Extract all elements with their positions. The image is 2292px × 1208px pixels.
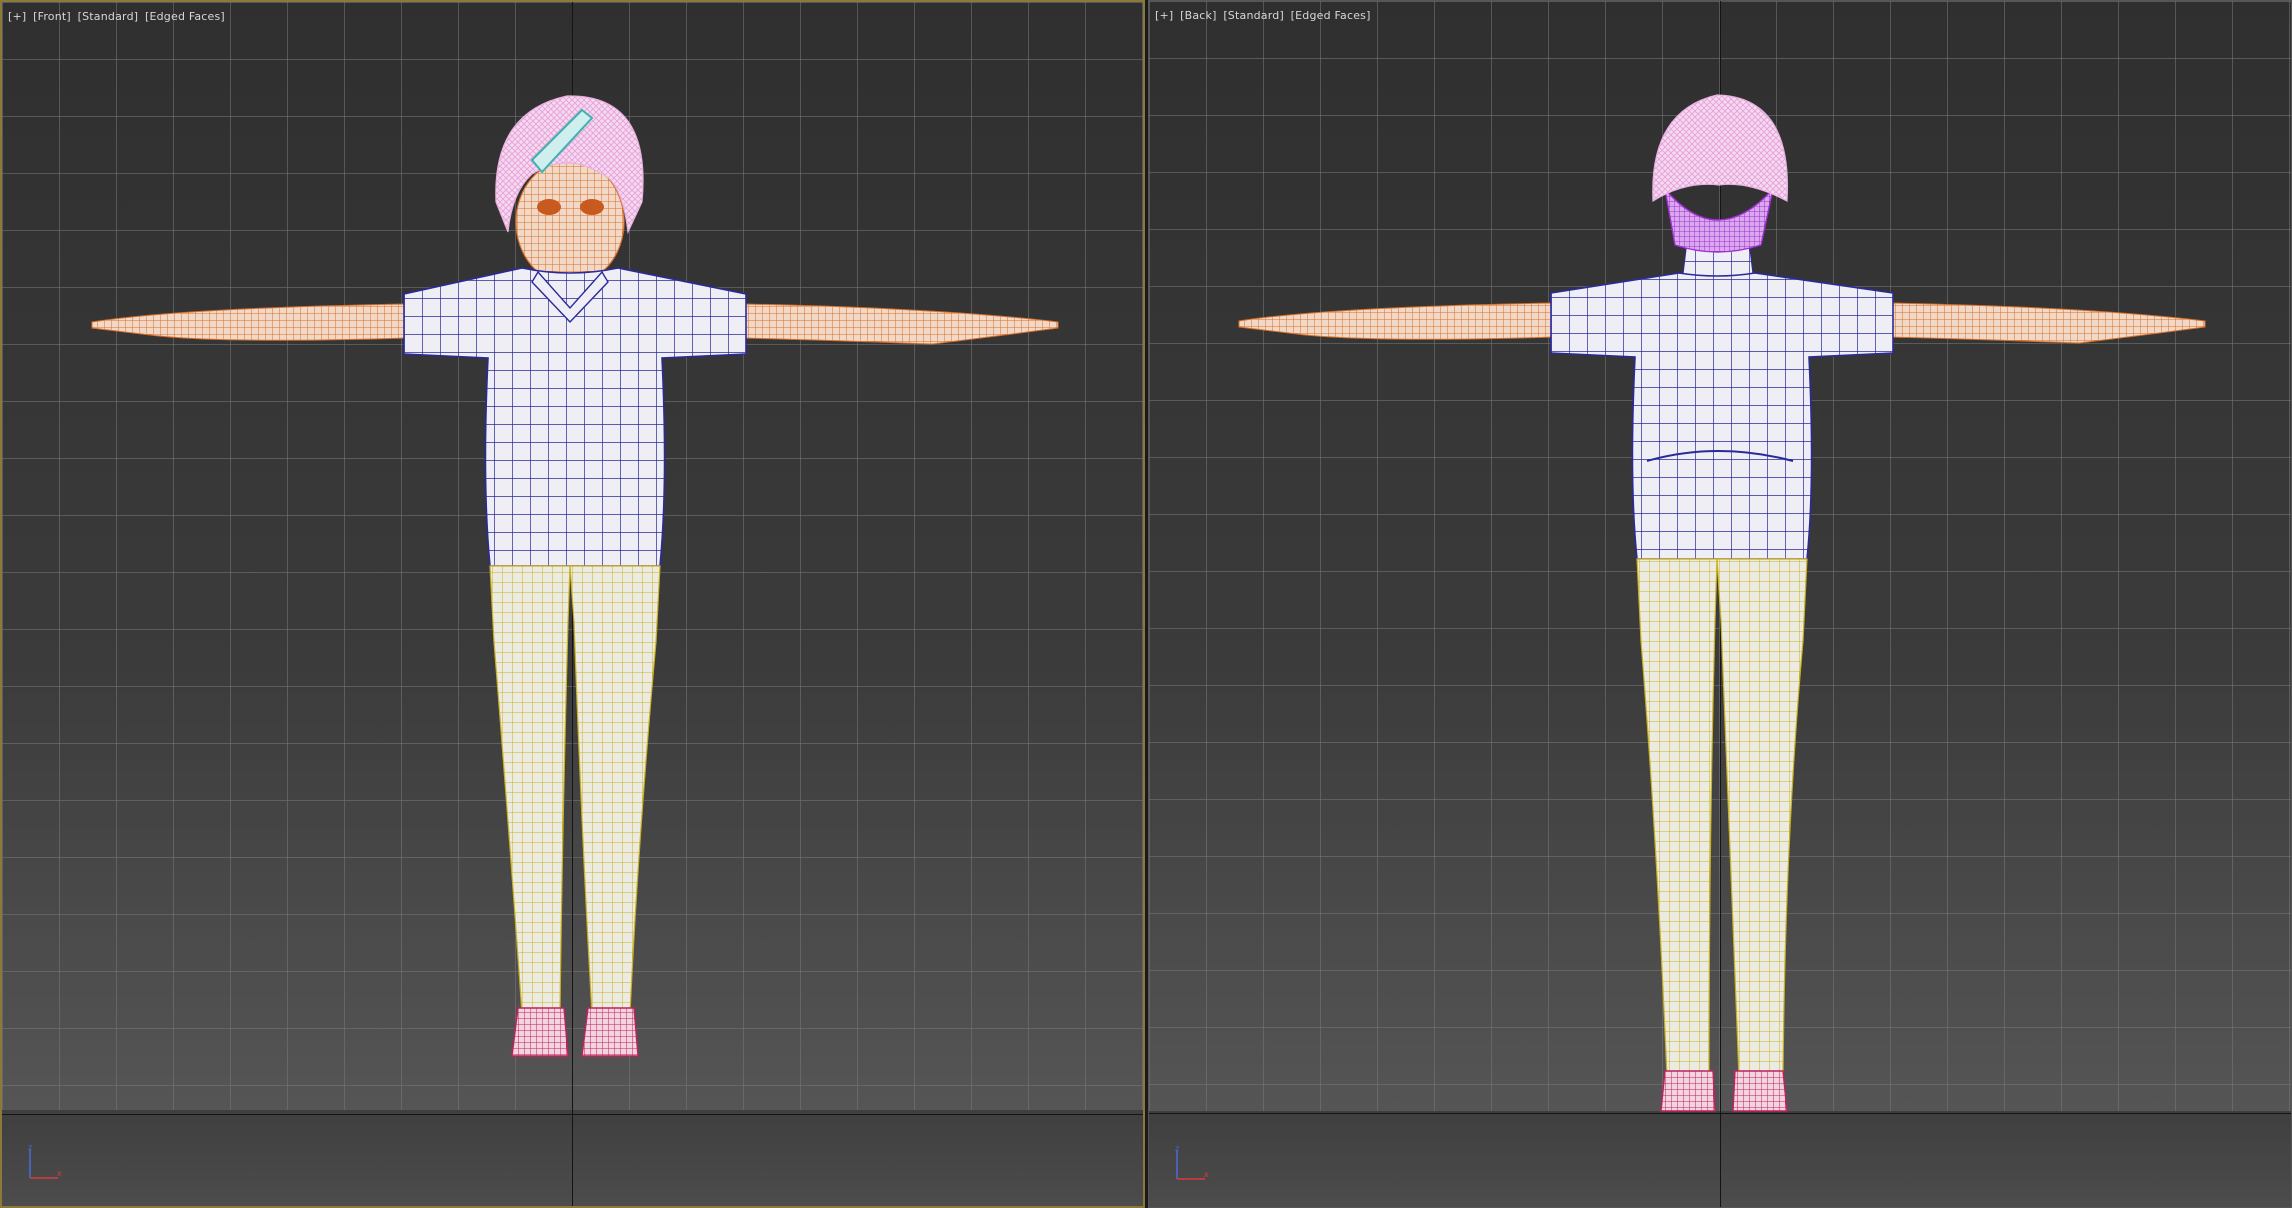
svg-text:x: x: [57, 1169, 62, 1178]
svg-text:x: x: [1204, 1170, 1209, 1179]
arm-right: [1888, 302, 2206, 344]
shoe-right: [1732, 1070, 1788, 1112]
pants-left: [1636, 558, 1718, 1078]
front-viewport[interactable]: [+] [Front] [Standard] [Edged Faces] z x: [0, 0, 1145, 1208]
shoe-left: [511, 1007, 569, 1057]
shoe-left: [1660, 1070, 1716, 1112]
viewport-layout: [+] [Front] [Standard] [Edged Faces] z x…: [0, 0, 2292, 1208]
eye-right: [580, 199, 604, 215]
viewport-edged-faces-menu[interactable]: [Edged Faces]: [145, 10, 225, 23]
viewport-view-menu[interactable]: [Back]: [1180, 9, 1217, 22]
viewport-shading-menu[interactable]: [Standard]: [78, 10, 139, 23]
shoe-right: [581, 1007, 639, 1057]
shirt: [1550, 272, 1894, 560]
axis-tripod-icon: z x: [1175, 1145, 1209, 1180]
viewport-label: [+] [Front] [Standard] [Edged Faces]: [8, 10, 228, 23]
hair-back-lower: [1663, 186, 1775, 253]
viewport-plus-menu[interactable]: [+]: [8, 10, 26, 23]
character-model-back[interactable]: [1209, 81, 2209, 1121]
viewport-shading-menu[interactable]: [Standard]: [1223, 9, 1284, 22]
viewport-edged-faces-menu[interactable]: [Edged Faces]: [1291, 9, 1371, 22]
pants-right: [1716, 558, 1808, 1078]
arm-left: [1238, 302, 1555, 340]
arm-right: [741, 303, 1059, 345]
eye-left: [537, 199, 561, 215]
svg-text:z: z: [1175, 1145, 1179, 1153]
viewport-view-menu[interactable]: [Front]: [33, 10, 71, 23]
axis-tripod-icon: z x: [28, 1144, 62, 1179]
svg-text:z: z: [28, 1144, 32, 1152]
character-model-front[interactable]: [62, 82, 1062, 1122]
back-viewport[interactable]: [+] [Back] [Standard] [Edged Faces] z x: [1148, 0, 2292, 1208]
pants-left: [489, 565, 571, 1015]
hair: [1652, 94, 1789, 203]
viewport-plus-menu[interactable]: [+]: [1155, 9, 1173, 22]
pants-right: [569, 565, 661, 1015]
arm-left: [91, 303, 408, 341]
viewport-label: [+] [Back] [Standard] [Edged Faces]: [1155, 9, 1374, 22]
head-face: [515, 159, 625, 285]
